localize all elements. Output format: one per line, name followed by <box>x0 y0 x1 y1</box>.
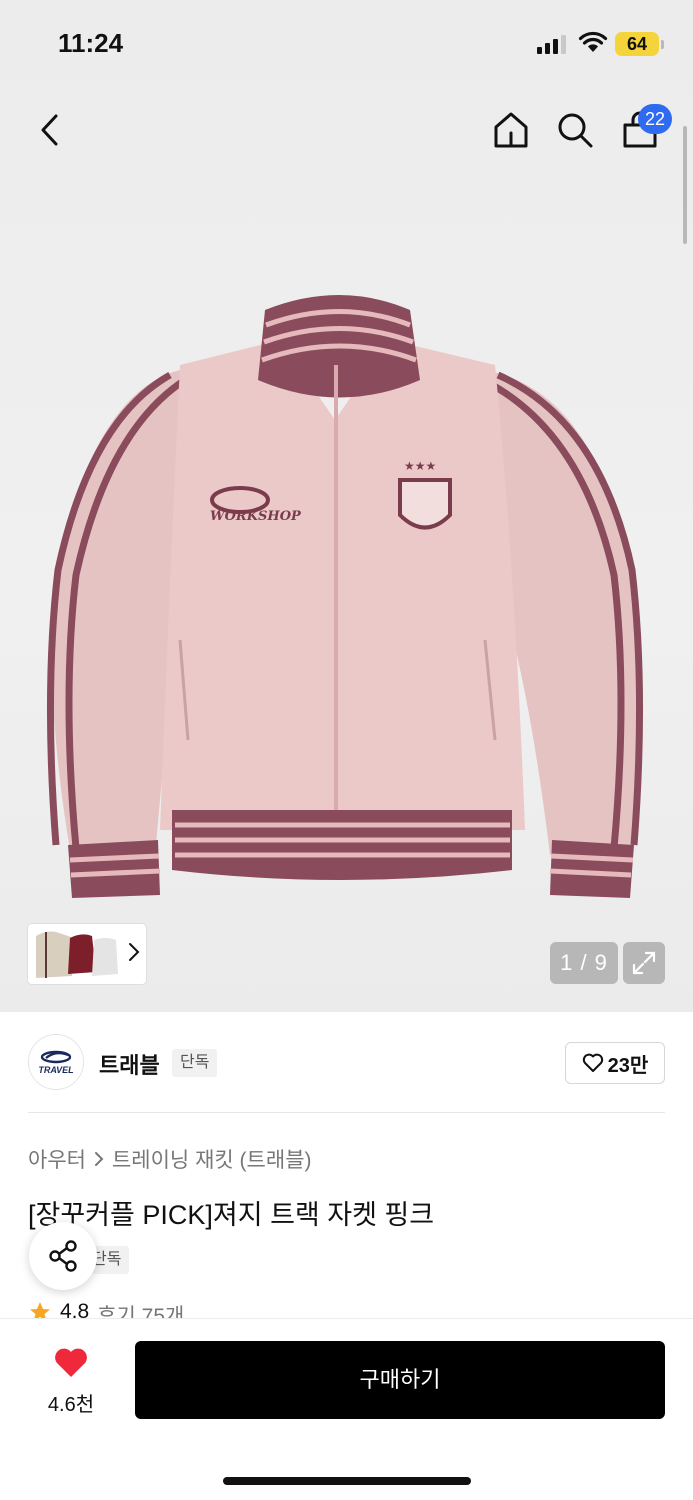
brand-like-count: 23만 <box>607 1054 649 1077</box>
home-button[interactable] <box>489 108 533 152</box>
review-count: 후기 75개 <box>97 1305 185 1318</box>
brand-logo[interactable]: TRAVEL <box>28 1034 84 1090</box>
exclusive-badge: 단독 <box>172 1049 218 1077</box>
star-icon <box>30 1302 50 1318</box>
expand-icon <box>632 951 656 975</box>
heart-outline-icon <box>582 1053 603 1072</box>
top-nav <box>0 100 693 160</box>
share-icon <box>49 1240 77 1272</box>
breadcrumb-category[interactable]: 아우터 <box>28 1144 86 1174</box>
search-button[interactable] <box>553 108 597 152</box>
bottom-action-bar: 4.6천 구매하기 <box>0 1318 693 1500</box>
breadcrumb-subcategory[interactable]: 트레이닝 재킷 (트래블) <box>112 1144 312 1174</box>
chevron-left-icon <box>41 114 58 146</box>
chevron-right-icon <box>129 943 140 961</box>
buy-button[interactable]: 구매하기 <box>135 1341 665 1419</box>
brand-name[interactable]: 트래블 <box>99 1048 160 1080</box>
breadcrumb: 아우터 트레이닝 재킷 (트래블) <box>28 1144 312 1174</box>
battery-tip <box>661 40 664 49</box>
product-image[interactable]: WORKSHOP ★★★ <box>30 270 660 900</box>
brand-like-button[interactable]: 23만 <box>565 1042 665 1084</box>
home-icon <box>494 112 528 148</box>
rating-row[interactable]: 4.8 후기 75개 <box>28 1300 184 1318</box>
chevron-right-icon <box>94 1152 104 1166</box>
search-icon <box>558 113 593 148</box>
product-gallery[interactable]: 11:24 64 22 WORKSHOP ★★★ 1 / 9 <box>0 0 693 1012</box>
rating-score: 4.8 <box>60 1300 90 1318</box>
brand-logo-text: TRAVEL <box>38 1064 74 1075</box>
status-time: 11:24 <box>58 28 124 58</box>
wifi-icon <box>578 31 608 52</box>
home-indicator <box>223 1477 471 1485</box>
wishlist-count: 4.6천 <box>47 1394 95 1416</box>
brand-row: TRAVEL 트래블 단독 23만 <box>28 1034 665 1092</box>
scroll-indicator <box>683 126 687 244</box>
image-counter: 1 / 9 <box>550 942 618 984</box>
back-button[interactable] <box>28 108 72 152</box>
heart-filled-icon <box>55 1348 87 1377</box>
battery-indicator: 64 <box>615 32 659 56</box>
share-button[interactable] <box>29 1222 97 1290</box>
thumbnail-images <box>36 931 118 978</box>
divider <box>28 1112 665 1113</box>
wishlist-button[interactable]: 4.6천 <box>32 1347 110 1417</box>
svg-text:★★★: ★★★ <box>404 459 436 473</box>
brand-swoosh-icon <box>40 1050 72 1063</box>
thumbnail-strip[interactable] <box>28 924 146 984</box>
product-title: [장꾸커플 PICK]져지 트랙 자켓 핑크 <box>28 1200 435 1230</box>
expand-button[interactable] <box>623 942 665 984</box>
status-bar: 11:24 64 <box>0 0 693 88</box>
signal-icon <box>537 35 566 54</box>
cart-count-badge: 22 <box>638 104 672 134</box>
